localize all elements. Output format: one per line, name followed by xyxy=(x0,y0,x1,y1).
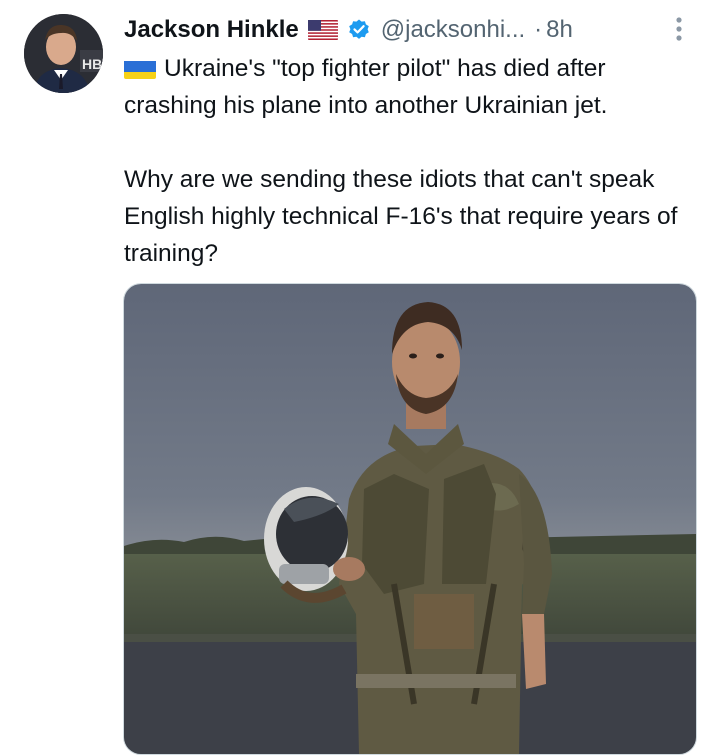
separator-dot: · xyxy=(534,16,543,43)
tweet-paragraph-1: Ukraine's "top fighter pilot" has died a… xyxy=(124,50,699,124)
verified-badge-icon xyxy=(347,18,371,42)
ukraine-flag-icon xyxy=(124,57,156,79)
avatar[interactable]: HB xyxy=(24,14,103,93)
tweet-paragraph-2: Why are we sending these idiots that can… xyxy=(124,166,678,267)
more-vertical-icon xyxy=(676,17,682,41)
us-flag-icon xyxy=(307,20,338,40)
pilot-photo-image xyxy=(124,284,696,754)
tweet-timestamp[interactable]: 8h xyxy=(546,16,573,44)
tweet-photo[interactable] xyxy=(123,283,697,755)
tweet-body: Ukraine's "top fighter pilot" has died a… xyxy=(124,50,699,272)
more-options-button[interactable] xyxy=(664,14,694,44)
tweet-text-1: Ukraine's "top fighter pilot" has died a… xyxy=(124,55,608,119)
author-handle[interactable]: @jacksonhi... xyxy=(381,16,525,44)
author-name[interactable]: Jackson Hinkle xyxy=(124,16,299,44)
avatar-logo-text: HB xyxy=(82,56,102,72)
avatar-image: HB xyxy=(24,14,103,93)
tweet-header: Jackson Hinkle @jacksonhi... · 8h xyxy=(124,12,644,48)
